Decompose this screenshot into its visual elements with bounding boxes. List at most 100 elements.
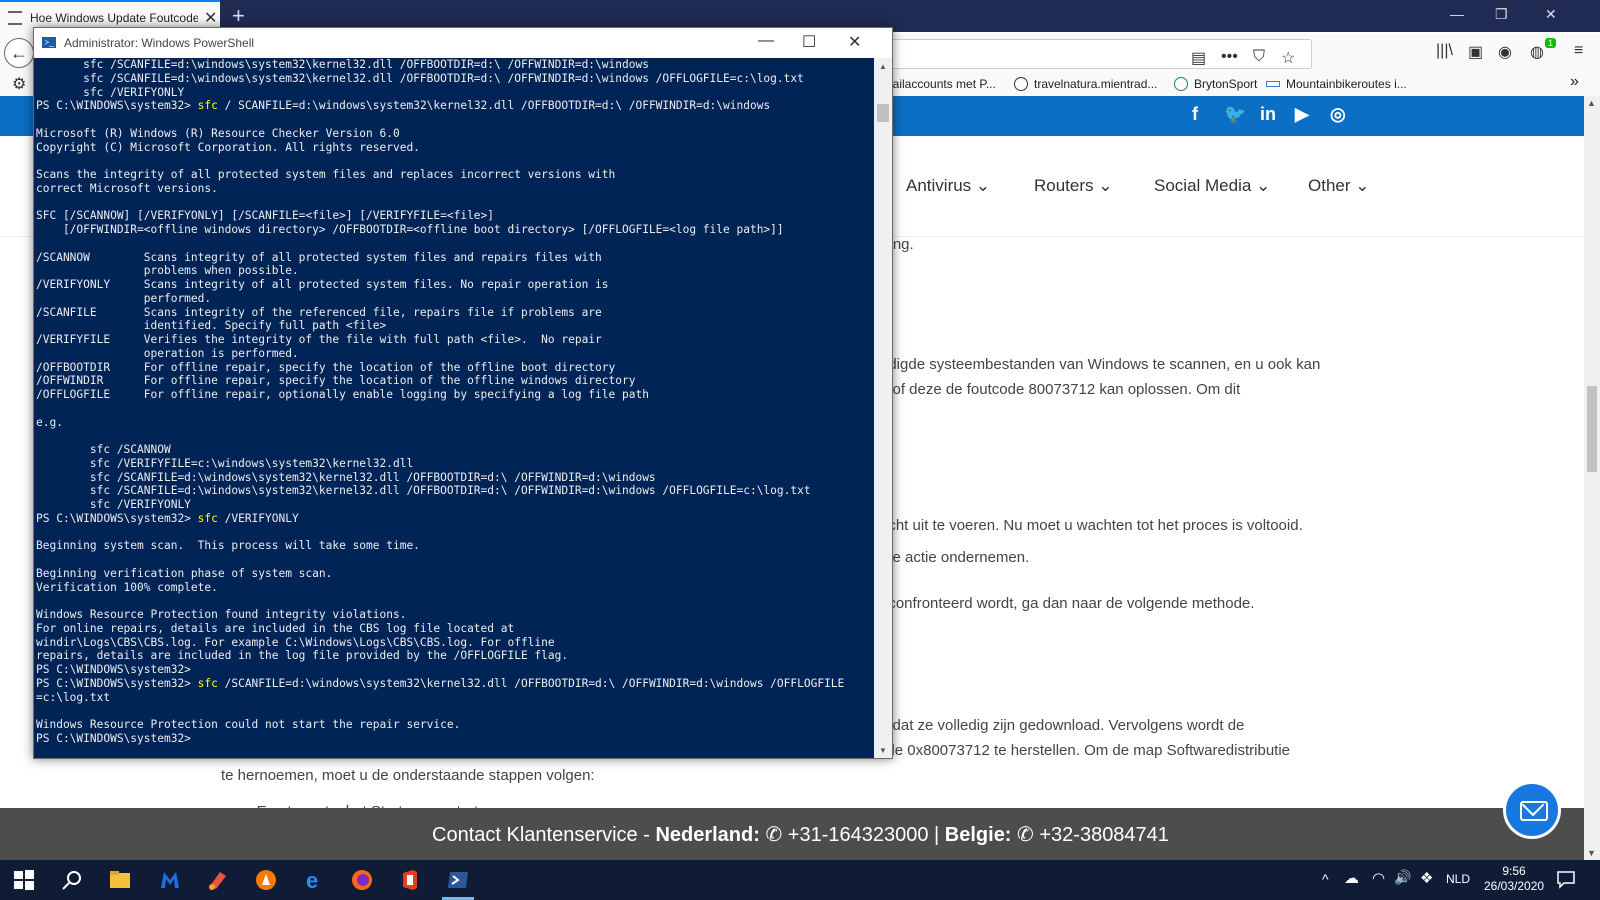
scroll-up-icon[interactable]: ▲ [1587,98,1596,108]
close-window-button[interactable]: ✕ [1545,6,1557,23]
console-line: correct Microsoft versions. [36,181,218,195]
new-tab-button[interactable]: + [232,3,245,29]
ps-scroll-down-icon[interactable]: ▼ [879,746,887,755]
ps-close-button[interactable]: ✕ [848,32,861,52]
contact-text: Contact Klantenservice - Nederland: ✆ +3… [432,822,1169,847]
twitter-icon[interactable]: 🐦 [1224,104,1246,125]
svg-text:e: e [306,868,318,892]
sidebar-icon[interactable]: ▣ [1468,42,1483,62]
console-line: /SCANNOW Scans integrity of all protecte… [36,250,602,264]
edge-icon[interactable]: e [302,868,326,892]
console-line: =c:\log.txt [36,690,111,704]
console-line: e.g. [36,415,63,429]
console-line: repairs, details are included in the log… [36,649,569,663]
globe-icon [1014,77,1028,91]
chevron-down-icon: ⌄ [975,176,991,195]
scroll-thumb[interactable] [1587,386,1597,472]
library-icon[interactable]: |||\ [1436,42,1453,60]
console-line: sfc /SCANNOW [36,443,171,456]
page-favicon-icon [8,11,22,25]
console-line: sfc /VERIFYFILE=c:\windows\system32\kern… [36,456,414,470]
volume-icon[interactable]: 🔊 [1394,869,1411,886]
bookmark-star-icon[interactable]: ☆ [1281,48,1295,68]
console-line: /VERIFYONLY Scans integrity of all prote… [36,278,609,291]
menu-label: Other [1308,176,1351,195]
pocket-icon[interactable]: ⛉ [1253,48,1265,66]
clock-date: 26/03/2020 [1484,879,1545,893]
youtube-icon[interactable]: ▶ [1295,104,1309,125]
be-phone[interactable]: ✆ +32-38084741 [1011,824,1169,846]
instagram-icon[interactable]: ◎ [1330,104,1346,125]
avast-icon[interactable] [254,868,278,892]
facebook-icon[interactable]: f [1192,104,1198,125]
language-indicator[interactable]: NLD [1446,872,1470,886]
console-line: identified. Specify full path <file> [36,319,387,333]
bookmark-item[interactable]: travelnatura.mientrad... [1014,77,1157,91]
scroll-down-icon[interactable]: ▼ [1587,848,1596,858]
linkedin-icon[interactable]: in [1260,104,1276,125]
powershell-taskbar-icon[interactable] [446,868,470,892]
chevron-down-icon: ⌄ [1256,176,1271,195]
account-icon[interactable]: ◉ [1498,42,1512,62]
console-line: sfc /SCANFILE=d:\windows\system32\kernel… [36,484,811,498]
console-prompt: PS C:\WINDOWS\system32> [36,676,198,690]
console-line: sfc /VERIFYONLY [36,498,191,511]
back-button[interactable]: ← [4,38,34,68]
console-command: sfc [197,99,218,113]
wifi-icon[interactable]: ◠ [1372,869,1385,887]
bookmark-item[interactable]: nailaccounts met P... [886,77,996,91]
ps-scroll-up-icon[interactable]: ▲ [879,62,887,71]
gear-icon[interactable]: ⚙ [12,74,26,94]
article-text: adigde systeembestanden van Windows te s… [880,356,1321,373]
menu-item-routers[interactable]: Routers ⌄ [1034,176,1113,196]
console-line: Windows Resource Protection could not st… [36,718,461,731]
powershell-window[interactable]: >_ Administrator: Windows PowerShell — ☐… [33,27,893,759]
clock[interactable]: 9:56 26/03/2020 [1484,864,1544,894]
ps-scrollbar[interactable]: ▲ ▼ [874,58,892,758]
menu-item-other[interactable]: Other ⌄ [1308,176,1370,196]
windows-taskbar: e ^ ☁ ◠ 🔊 ❖ NLD 9:56 26/03/2020 [0,860,1600,900]
search-icon[interactable] [60,868,84,892]
page-actions-icon[interactable]: ••• [1221,48,1238,66]
nl-phone[interactable]: ✆ +31-164323000 [760,824,934,846]
tray-chevron-icon[interactable]: ^ [1322,871,1329,887]
powershell-titlebar[interactable]: >_ Administrator: Windows PowerShell — ☐… [34,28,892,58]
onedrive-icon[interactable]: ☁ [1344,869,1359,887]
menu-item-social-media[interactable]: Social Media ⌄ [1154,176,1270,196]
bookmark-item[interactable]: BrytonSport [1174,77,1257,91]
ps-minimize-button[interactable]: — [758,32,774,50]
reader-view-icon[interactable]: ▤ [1191,48,1206,68]
office-icon[interactable] [398,868,422,892]
restore-button[interactable]: ❐ [1495,6,1508,23]
menu-icon[interactable]: ≡ [1574,42,1583,60]
contact-mail-button[interactable] [1503,781,1561,839]
article-text: nte actie ondernemen. [880,549,1030,566]
notifications-icon[interactable] [1556,869,1576,889]
console-prompt: PS C:\WINDOWS\system32> [36,99,198,113]
menu-item-antivirus[interactable]: Antivirus ⌄ [906,176,990,196]
bookmark-label: Mountainbikeroutes i... [1286,77,1407,91]
url-bar[interactable]: ▤ ••• ⛉ ☆ [880,39,1312,69]
minimize-button[interactable]: — [1450,6,1464,22]
console-line: /OFFBOOTDIR For offline repair, specify … [36,360,616,374]
windows-start-icon[interactable] [12,868,36,892]
ps-scroll-thumb[interactable] [877,104,889,122]
contact-bar: Contact Klantenservice - Nederland: ✆ +3… [0,808,1584,860]
bookmarks-overflow-icon[interactable]: » [1570,73,1579,91]
powershell-console[interactable]: sfc /SCANFILE=d:\windows\system32\kernel… [34,58,874,758]
dropbox-icon[interactable]: ❖ [1420,869,1433,887]
extension-icon[interactable]: ◍ [1530,42,1544,62]
ps-maximize-button[interactable]: ☐ [802,32,816,52]
console-line: /SCANFILE Scans integrity of the referen… [36,305,602,319]
tab-close-icon[interactable]: ✕ [204,8,217,28]
page-scrollbar[interactable]: ▲ ▼ [1584,96,1600,860]
console-args: /SCANFILE=d:\windows\system32\kernel32.d… [217,676,845,690]
file-explorer-icon[interactable] [108,868,132,892]
paint-app-icon[interactable] [206,868,230,892]
firefox-icon[interactable] [350,868,374,892]
chevron-down-icon: ⌄ [1355,176,1370,195]
malwarebytes-icon[interactable] [158,868,182,892]
console-line: /VERIFYFILE Verifies the integrity of th… [36,333,602,346]
console-line: SFC [/SCANNOW] [/VERIFYONLY] [/SCANFILE=… [36,209,495,223]
bookmark-item[interactable]: Mountainbikeroutes i... [1266,77,1407,91]
